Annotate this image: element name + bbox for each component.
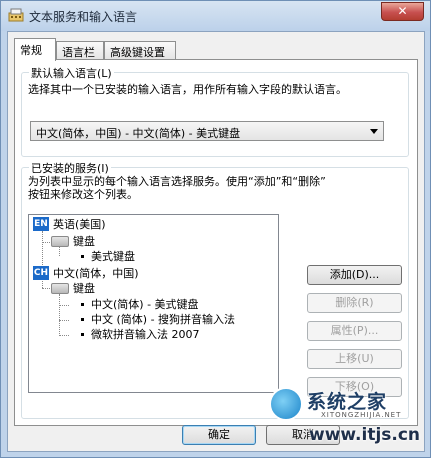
bullet-icon: [81, 333, 84, 336]
tree-connector: [59, 294, 60, 336]
tab-general[interactable]: 常规: [14, 38, 56, 61]
services-tree[interactable]: EN 英语(美国) 键盘 美式键盘 CH 中文(简体，中国) 键盘 中文(简体)…: [28, 214, 279, 393]
tab-label: 常规: [20, 44, 42, 57]
ch-language-badge: CH: [33, 266, 49, 280]
chevron-down-icon: [370, 129, 378, 134]
installed-services-description-line2: 按钮来修改这个列表。: [28, 188, 138, 201]
title-bar[interactable]: 文本服务和输入语言 ✕: [1, 1, 430, 31]
app-icon: [8, 8, 24, 22]
move-up-button[interactable]: 上移(U): [307, 349, 402, 369]
tree-language-en-us[interactable]: 英语(美国): [53, 218, 106, 231]
move-down-button[interactable]: 下移(O): [307, 377, 402, 397]
tab-advanced-key-settings[interactable]: 高级键设置: [104, 41, 176, 60]
default-language-select[interactable]: 中文(简体，中国) - 中文(简体) - 美式键盘: [30, 121, 384, 141]
default-language-description: 选择其中一个已安装的输入语言，用作所有输入字段的默认语言。: [28, 83, 347, 96]
installed-services-description-line1: 为列表中显示的每个输入语言选择服务。使用“添加”和“删除”: [28, 175, 326, 188]
remove-button[interactable]: 删除(R): [307, 293, 402, 313]
default-language-group: 默认输入语言(L) 选择其中一个已安装的输入语言，用作所有输入字段的默认语言。 …: [21, 65, 409, 157]
cancel-button[interactable]: 取消: [266, 425, 340, 445]
tree-language-zh-cn[interactable]: 中文(简体，中国): [53, 267, 139, 280]
tree-connector: [42, 279, 43, 288]
tree-connector: [59, 320, 69, 321]
tree-connector: [59, 247, 60, 256]
tree-connector: [42, 231, 43, 269]
bullet-icon: [81, 318, 84, 321]
properties-button[interactable]: 属性(P)...: [307, 321, 402, 341]
keyboard-icon: [51, 283, 69, 294]
tab-label: 语言栏: [62, 46, 95, 59]
close-button[interactable]: ✕: [381, 2, 424, 21]
tree-item-us-keyboard[interactable]: 美式键盘: [91, 250, 135, 263]
en-language-badge: EN: [33, 217, 49, 231]
tab-language-bar[interactable]: 语言栏: [56, 41, 104, 60]
general-tab-panel: 默认输入语言(L) 选择其中一个已安装的输入语言，用作所有输入字段的默认语言。 …: [14, 59, 418, 426]
tree-item-zh-us-keyboard[interactable]: 中文(简体) - 美式键盘: [91, 298, 199, 311]
tree-connector: [59, 335, 69, 336]
add-button[interactable]: 添加(D)...: [307, 265, 402, 285]
default-language-label: 默认输入语言(L): [29, 65, 114, 81]
tree-item-sogou-pinyin[interactable]: 中文 (简体) - 搜狗拼音输入法: [91, 313, 235, 326]
default-language-value: 中文(简体，中国) - 中文(简体) - 美式键盘: [36, 127, 241, 140]
window-title: 文本服务和输入语言: [29, 10, 138, 24]
dialog-client: 常规 语言栏 高级键设置 默认输入语言(L) 选择其中一个已安装的输入语言，用作…: [7, 31, 425, 452]
installed-services-label: 已安装的服务(I): [29, 160, 111, 176]
installed-services-group: 已安装的服务(I) 为列表中显示的每个输入语言选择服务。使用“添加”和“删除” …: [21, 160, 409, 419]
dialog-window: 文本服务和输入语言 ✕ 常规 语言栏 高级键设置 默认输入语言(L) 选择其中一…: [0, 0, 431, 458]
bullet-icon: [81, 303, 84, 306]
tree-keyboard-zh[interactable]: 键盘: [73, 282, 95, 295]
close-icon: ✕: [397, 4, 408, 18]
tab-label: 高级键设置: [110, 46, 165, 59]
keyboard-icon: [51, 236, 69, 247]
tree-keyboard-en[interactable]: 键盘: [73, 235, 95, 248]
tree-item-ms-pinyin-2007[interactable]: 微软拼音输入法 2007: [91, 328, 200, 341]
tree-connector: [59, 305, 69, 306]
bullet-icon: [81, 255, 84, 258]
ok-button[interactable]: 确定: [182, 425, 256, 445]
